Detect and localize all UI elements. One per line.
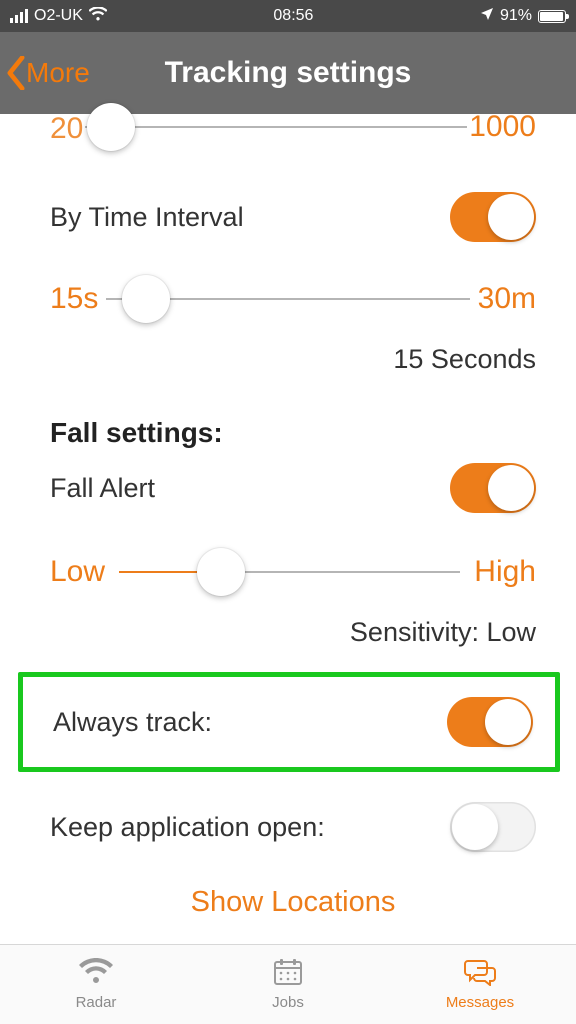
keep-app-open-label: Keep application open: bbox=[50, 812, 325, 843]
battery-icon bbox=[538, 10, 566, 23]
fall-alert-label: Fall Alert bbox=[50, 473, 155, 504]
show-locations-button[interactable]: Show Locations bbox=[50, 886, 536, 919]
fall-max-label: High bbox=[474, 555, 536, 589]
always-track-toggle[interactable] bbox=[447, 697, 533, 747]
tab-label: Messages bbox=[446, 994, 514, 1011]
tab-radar[interactable]: Radar bbox=[0, 945, 192, 1024]
keep-app-open-toggle[interactable] bbox=[450, 802, 536, 852]
tab-label: Radar bbox=[76, 994, 117, 1011]
tab-label: Jobs bbox=[272, 994, 304, 1011]
nav-bar: More Tracking settings bbox=[0, 32, 576, 114]
slider-thumb[interactable] bbox=[197, 548, 245, 596]
distance-max-label: 1000 bbox=[469, 110, 536, 144]
time-interval-toggle[interactable] bbox=[450, 192, 536, 242]
back-button[interactable]: More bbox=[6, 56, 90, 90]
time-min-label: 15s bbox=[50, 282, 98, 316]
signal-bars-icon bbox=[10, 9, 28, 23]
fall-min-label: Low bbox=[50, 555, 105, 589]
location-icon bbox=[480, 7, 494, 26]
wifi-icon bbox=[79, 958, 113, 990]
slider-thumb[interactable] bbox=[87, 103, 135, 151]
always-track-label: Always track: bbox=[53, 707, 212, 738]
time-interval-current: 15 Seconds bbox=[50, 344, 536, 375]
fall-settings-heading: Fall settings: bbox=[50, 417, 536, 449]
time-interval-slider[interactable]: 15s 30m bbox=[50, 282, 536, 316]
fall-alert-toggle[interactable] bbox=[450, 463, 536, 513]
always-track-highlight: Always track: bbox=[18, 672, 560, 772]
distance-min-label: 20 bbox=[50, 108, 83, 146]
time-interval-label: By Time Interval bbox=[50, 202, 244, 233]
tab-jobs[interactable]: Jobs bbox=[192, 945, 384, 1024]
chevron-left-icon bbox=[6, 56, 26, 90]
time-max-label: 30m bbox=[478, 282, 536, 316]
status-bar: O2-UK 08:56 91% bbox=[0, 0, 576, 32]
back-label: More bbox=[26, 57, 90, 89]
fall-sensitivity-value: Sensitivity: Low bbox=[50, 617, 536, 648]
distance-slider[interactable]: 20 1000 bbox=[50, 108, 536, 146]
calendar-icon bbox=[271, 958, 305, 990]
tab-bar: Radar Jobs Messages bbox=[0, 944, 576, 1024]
battery-percent: 91% bbox=[500, 7, 532, 25]
chat-icon bbox=[463, 958, 497, 990]
carrier-label: O2-UK bbox=[34, 7, 83, 25]
wifi-icon bbox=[89, 7, 107, 26]
tab-messages[interactable]: Messages bbox=[384, 945, 576, 1024]
slider-thumb[interactable] bbox=[122, 275, 170, 323]
status-time: 08:56 bbox=[273, 7, 313, 25]
fall-sensitivity-slider[interactable]: Low High bbox=[50, 555, 536, 589]
